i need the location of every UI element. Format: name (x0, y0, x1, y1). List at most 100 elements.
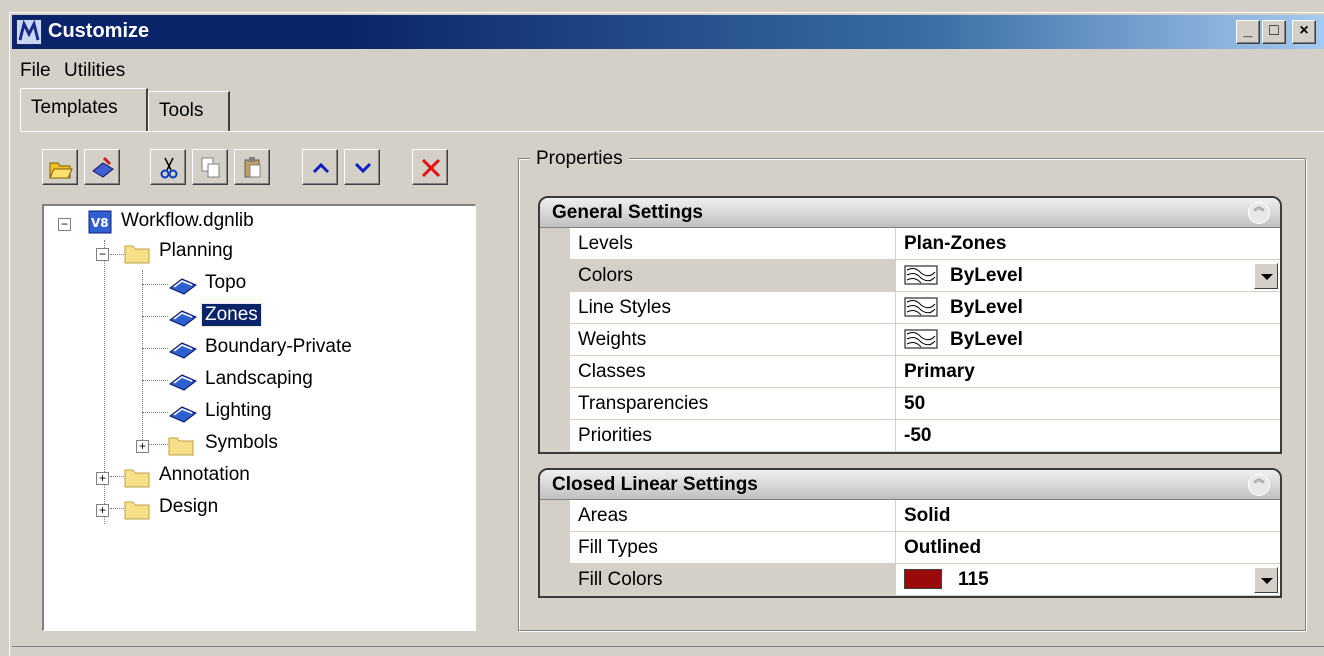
collapse-section-icon[interactable]: ︽ (1248, 202, 1270, 224)
property-row-line-styles[interactable]: Line Styles ByLevel (540, 292, 1280, 324)
dropdown-arrow-icon[interactable] (1254, 263, 1278, 289)
expand-icon[interactable]: + (96, 472, 109, 485)
property-value-weights[interactable]: ByLevel (896, 324, 1280, 356)
template-icon (169, 342, 197, 359)
close-icon: × (1299, 22, 1309, 39)
property-row-colors[interactable]: Colors ByLevel (540, 260, 1280, 292)
folder-icon (124, 245, 150, 264)
tree-item-lighting[interactable]: Lighting (168, 398, 448, 428)
copy-icon (201, 157, 220, 178)
property-value[interactable]: Outlined (896, 532, 1280, 564)
bylevel-icon (904, 329, 938, 349)
property-value-fill-colors[interactable]: 115 (896, 564, 1280, 596)
cut-button[interactable] (150, 149, 186, 185)
move-down-icon (354, 162, 372, 174)
property-row-priorities[interactable]: Priorities -50 (540, 420, 1280, 452)
title-bar[interactable]: Customize _ □ × (12, 15, 1324, 49)
tree-label: Planning (159, 240, 233, 261)
property-name: Levels (570, 228, 896, 260)
property-value[interactable]: -50 (896, 420, 1280, 452)
property-name: Classes (570, 356, 896, 388)
property-row-levels[interactable]: Levels Plan-Zones (540, 228, 1280, 260)
general-settings-header[interactable]: General Settings ︽ (540, 198, 1280, 228)
close-button[interactable]: × (1292, 20, 1316, 44)
property-name: Colors (570, 260, 896, 292)
dropdown-arrow-icon[interactable] (1254, 567, 1278, 593)
tree-item-topo[interactable]: Topo (168, 270, 448, 300)
collapse-section-icon[interactable]: ︽ (1248, 474, 1270, 496)
status-bar (12, 646, 1324, 656)
tree-label: Landscaping (205, 368, 313, 389)
row-gutter (540, 532, 570, 564)
tree-item-symbols[interactable]: + Symbols (136, 430, 416, 460)
new-template-button[interactable] (84, 149, 120, 185)
collapse-icon[interactable]: − (96, 248, 109, 261)
property-name: Line Styles (570, 292, 896, 324)
menu-utilities[interactable]: Utilities (64, 60, 125, 82)
row-gutter (540, 324, 570, 356)
expand-icon[interactable]: + (96, 504, 109, 517)
delete-button[interactable] (412, 149, 448, 185)
property-row-weights[interactable]: Weights ByLevel (540, 324, 1280, 356)
tree-connector (142, 270, 143, 444)
move-up-button[interactable] (302, 149, 338, 185)
copy-button[interactable] (192, 149, 228, 185)
property-value[interactable]: Primary (896, 356, 1280, 388)
property-row-fill-types[interactable]: Fill Types Outlined (540, 532, 1280, 564)
property-value: ByLevel (950, 329, 1023, 350)
cut-icon (160, 157, 178, 179)
tree-label: Zones (201, 303, 262, 327)
row-gutter (540, 260, 570, 292)
expand-icon[interactable]: + (136, 440, 149, 453)
tree-connector (142, 380, 168, 381)
maximize-button[interactable]: □ (1262, 20, 1286, 44)
tree-label: Boundary-Private (205, 336, 352, 357)
property-value[interactable]: 50 (896, 388, 1280, 420)
property-row-transparencies[interactable]: Transparencies 50 (540, 388, 1280, 420)
tree-item-planning[interactable]: − Planning (96, 238, 396, 268)
tree-label: Annotation (159, 464, 250, 485)
section-title: General Settings (552, 202, 703, 223)
property-value-line-styles[interactable]: ByLevel (896, 292, 1280, 324)
tree-connector (142, 348, 168, 349)
tree-item-annotation[interactable]: + Annotation (96, 462, 376, 492)
menu-file[interactable]: File (20, 60, 51, 82)
property-value[interactable]: Solid (896, 500, 1280, 532)
tree-connector (142, 412, 168, 413)
collapse-icon[interactable]: − (58, 218, 71, 231)
tree-item-design[interactable]: + Design (96, 494, 376, 524)
app-icon (16, 19, 42, 45)
tree-label: Topo (205, 272, 247, 293)
property-value-colors[interactable]: ByLevel (896, 260, 1280, 292)
svg-text:V8: V8 (91, 216, 109, 230)
property-row-areas[interactable]: Areas Solid (540, 500, 1280, 532)
closed-linear-settings-section: Closed Linear Settings ︽ Areas Solid Fil… (538, 468, 1282, 598)
tree-item-workflow[interactable]: − V8 Workflow.dgnlib (58, 208, 458, 238)
move-down-button[interactable] (344, 149, 380, 185)
tab-tools[interactable]: Tools (148, 91, 230, 131)
tree-item-zones[interactable]: Zones (168, 302, 448, 332)
property-row-fill-colors[interactable]: Fill Colors 115 (540, 564, 1280, 596)
tab-templates[interactable]: Templates (20, 88, 148, 131)
tree-label: Workflow.dgnlib (121, 210, 254, 231)
template-tree[interactable]: − V8 Workflow.dgnlib − Planning Topo Zon… (42, 204, 476, 631)
folder-icon (124, 469, 150, 488)
tree-item-landscaping[interactable]: Landscaping (168, 366, 448, 396)
paste-button[interactable] (234, 149, 270, 185)
row-gutter (540, 292, 570, 324)
paste-icon (244, 157, 261, 178)
open-button[interactable] (42, 149, 78, 185)
delete-icon (421, 158, 441, 178)
property-value: ByLevel (950, 265, 1023, 286)
property-value: 115 (958, 569, 989, 590)
row-gutter (540, 356, 570, 388)
tree-item-boundary-private[interactable]: Boundary-Private (168, 334, 468, 364)
closed-linear-settings-header[interactable]: Closed Linear Settings ︽ (540, 470, 1280, 500)
template-icon (169, 374, 197, 391)
properties-label: Properties (530, 148, 629, 170)
property-row-classes[interactable]: Classes Primary (540, 356, 1280, 388)
row-gutter (540, 564, 570, 596)
minimize-button[interactable]: _ (1236, 20, 1260, 44)
maximize-icon: □ (1269, 22, 1279, 39)
property-value[interactable]: Plan-Zones (896, 228, 1280, 260)
